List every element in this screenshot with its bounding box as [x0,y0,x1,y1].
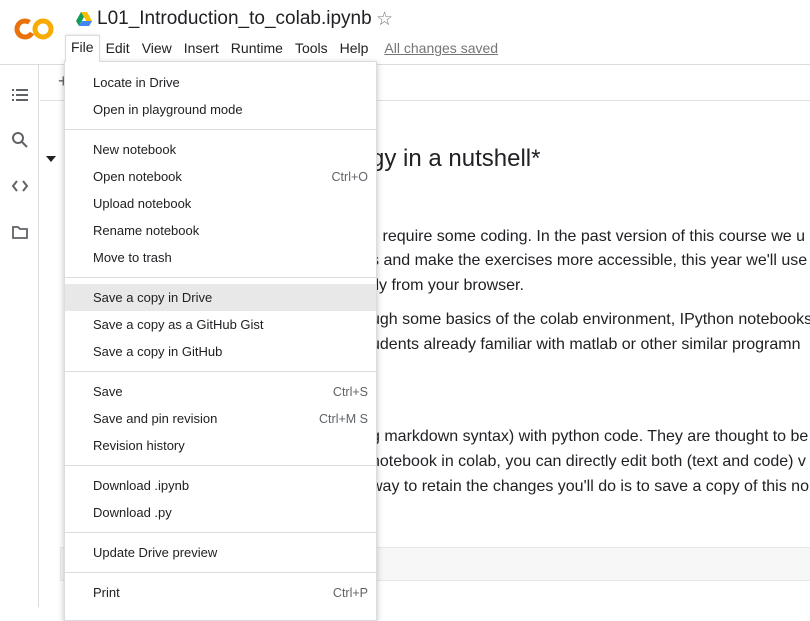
menu-help[interactable]: Help [334,36,375,60]
app-header: L01_Introduction_to_colab.ipynb ☆ File E… [0,0,810,64]
text-line: tly from your browser. [371,277,524,294]
text-line: ugh some basics of the colab environment… [371,311,810,328]
menu-item-label: Save [93,384,123,399]
menu-item-label: Open in playground mode [93,102,243,117]
menu-item-label: Open notebook [93,169,182,184]
menu-separator [65,572,376,573]
menu-separator [65,371,376,372]
menu-separator [65,129,376,130]
menu-item-shortcut: Ctrl+P [332,585,368,600]
code-snippets-icon[interactable] [11,177,29,195]
text-line: ll require some coding. In the past vers… [371,228,805,245]
table-of-contents-icon[interactable] [11,86,29,104]
menu-tools[interactable]: Tools [289,36,334,60]
save-status-link[interactable]: All changes saved [384,40,498,56]
menu-view[interactable]: View [136,36,178,60]
section-heading: gy in a nutshell* [371,145,541,172]
menu-separator [65,277,376,278]
menu-item-label: Download .ipynb [93,478,190,493]
text-line: way to retain the changes you'll do is t… [371,478,809,495]
menu-item-open-notebook[interactable]: Open notebook Ctrl+O [65,163,376,190]
menu-item-save-a-copy-as-a-github-gist[interactable]: Save a copy as a GitHub Gist [65,311,376,338]
colab-logo-icon[interactable] [14,14,56,44]
menu-item-label: Save and pin revision [93,411,218,426]
text-line: notebook in colab, you can directly edit… [371,453,806,470]
menu-item-label: Move to trash [93,250,172,265]
menu-runtime[interactable]: Runtime [225,36,289,60]
menu-separator [65,532,376,533]
notebook-title[interactable]: L01_Introduction_to_colab.ipynb [97,8,372,30]
menu-item-save-a-copy-in-drive[interactable]: Save a copy in Drive [65,284,376,311]
menu-item-open-in-playground-mode[interactable]: Open in playground mode [65,96,376,123]
menu-item-download-ipynb[interactable]: Download .ipynb [65,472,376,499]
menu-item-move-to-trash[interactable]: Move to trash [65,244,376,271]
menu-item-shortcut: Ctrl+S [332,384,368,399]
files-folder-icon[interactable] [11,223,29,241]
menu-item-update-drive-preview[interactable]: Update Drive preview [65,539,376,566]
menu-item-print[interactable]: Print Ctrl+P [65,579,376,606]
menu-item-download-py[interactable]: Download .py [65,499,376,526]
collapse-section-icon[interactable] [46,156,56,162]
text-line: g markdown syntax) with python code. The… [371,428,809,445]
menu-item-locate-in-drive[interactable]: Locate in Drive [65,69,376,96]
search-icon[interactable] [11,131,29,149]
menu-item-label: Save a copy in GitHub [93,344,223,359]
menu-item-label: Save a copy in Drive [93,290,213,305]
menu-item-label: Download .py [93,505,172,520]
menu-item-save-and-pin-revision[interactable]: Save and pin revision Ctrl+M S [65,405,376,432]
menu-item-rename-notebook[interactable]: Rename notebook [65,217,376,244]
menu-item-label: Update Drive preview [93,545,218,560]
menu-item-label: Save a copy as a GitHub Gist [93,317,264,332]
menu-item-save[interactable]: Save Ctrl+S [65,378,376,405]
menu-item-label: Rename notebook [93,223,200,238]
menu-item-label: New notebook [93,142,177,157]
menu-file[interactable]: File [65,34,100,62]
menu-insert[interactable]: Insert [178,36,225,60]
menu-separator [65,465,376,466]
star-icon[interactable]: ☆ [376,9,393,31]
menu-item-label: Revision history [93,438,185,453]
menu-item-upload-notebook[interactable]: Upload notebook [65,190,376,217]
menu-item-shortcut: Ctrl+O [331,169,368,184]
menu-item-save-a-copy-in-github[interactable]: Save a copy in GitHub [65,338,376,365]
menu-item-new-notebook[interactable]: New notebook [65,136,376,163]
text-line: s and make the exercises more accessible… [371,252,810,269]
menu-item-label: Locate in Drive [93,75,180,90]
left-rail [0,65,39,607]
menu-item-revision-history[interactable]: Revision history [65,432,376,459]
menu-bar: File Edit View Insert Runtime Tools Help… [65,34,498,62]
menu-edit[interactable]: Edit [100,36,136,60]
menu-item-shortcut: Ctrl+M S [319,411,368,426]
menu-item-label: Upload notebook [93,196,192,211]
text-line: udents already familiar with matlab or o… [371,336,801,353]
google-drive-icon[interactable] [76,12,92,26]
menu-item-label: Print [93,585,120,600]
file-menu-dropdown: Locate in Drive Open in playground mode Ne… [64,61,377,621]
